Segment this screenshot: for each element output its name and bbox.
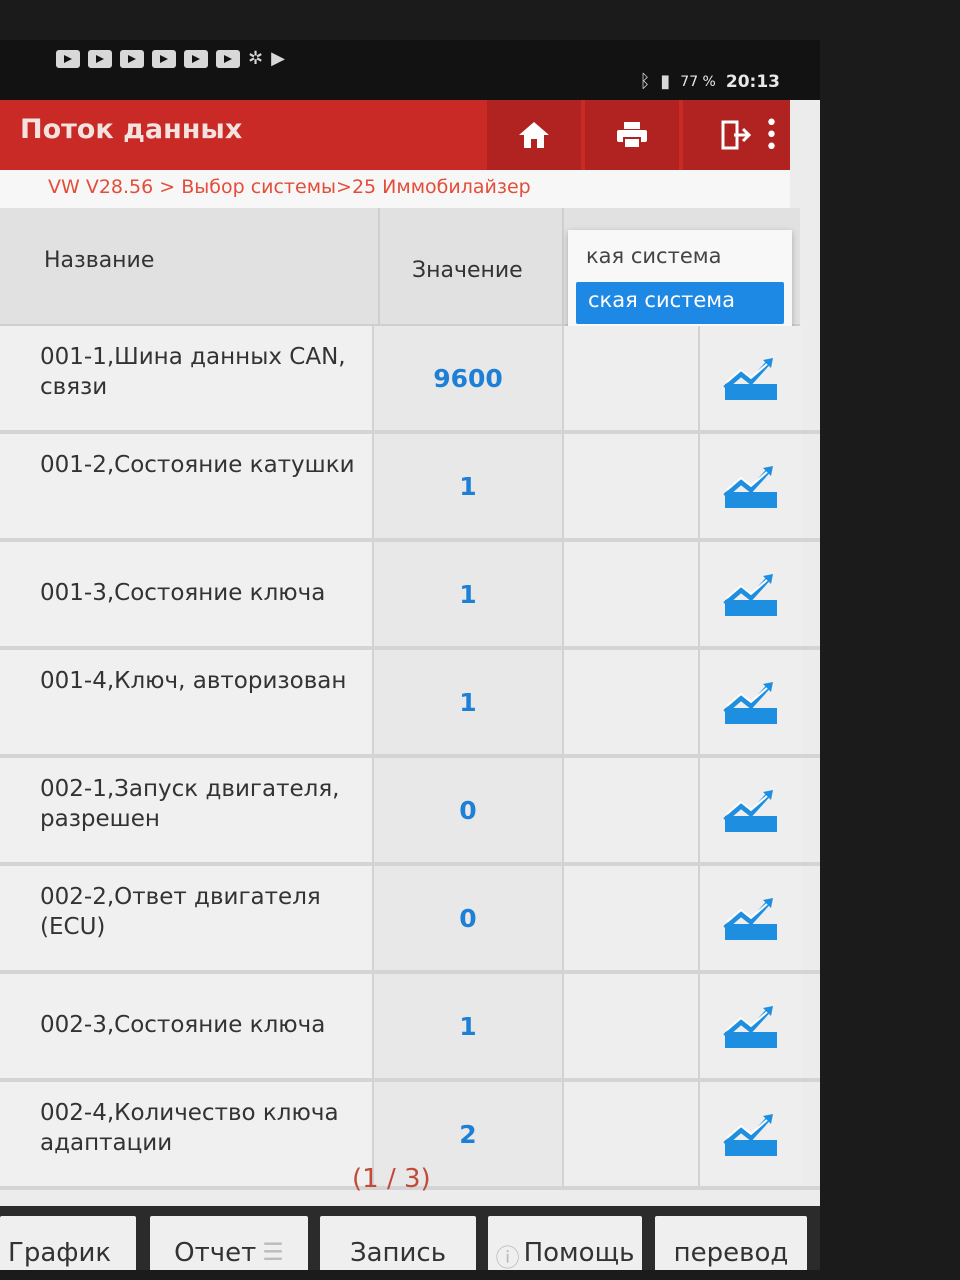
parameter-value: 1 — [372, 542, 562, 646]
help-label: Помощь — [523, 1238, 635, 1268]
parameter-name: 001-2,Состояние катушки — [0, 434, 372, 538]
column-header-value: Значение — [412, 258, 523, 283]
home-icon — [519, 122, 549, 148]
trend-chart-icon — [723, 574, 777, 616]
graph-label: График — [8, 1238, 112, 1268]
unit-cell — [562, 434, 698, 538]
bottom-toolbar: График Отчет ☰ Запись ⓘ Помощь перевод — [0, 1206, 820, 1270]
table-row[interactable]: 001-3,Состояние ключа 1 — [0, 542, 820, 650]
parameter-value: 1 — [372, 650, 562, 754]
unit-cell — [562, 326, 698, 430]
graph-button[interactable] — [698, 758, 802, 862]
more-vert-icon[interactable]: • • • — [765, 113, 778, 159]
sliders-icon: ☰ — [262, 1238, 284, 1266]
status-right: ᛒ ▮ 77 % 20:13 — [640, 72, 780, 92]
help-button[interactable]: ⓘ Помощь — [488, 1216, 642, 1270]
trend-chart-icon — [723, 1006, 777, 1048]
battery-percent: 77 % — [680, 74, 716, 90]
record-label: Запись — [349, 1238, 447, 1268]
youtube-icon — [184, 50, 208, 68]
table-row[interactable]: 002-2,Ответ двигателя (ECU) 0 — [0, 866, 820, 974]
translate-button[interactable]: перевод — [655, 1216, 807, 1270]
parameter-name: 002-2,Ответ двигателя (ECU) — [0, 866, 372, 970]
trend-chart-icon — [723, 1114, 777, 1156]
table-row[interactable]: 001-2,Состояние катушки 1 — [0, 434, 820, 542]
parameter-name: 002-3,Состояние ключа — [0, 974, 372, 1078]
parameter-value: 9600 — [372, 326, 562, 430]
app-header: Поток данных • • • — [0, 100, 790, 170]
dropdown-option[interactable]: кая система — [586, 244, 721, 268]
unit-cell — [562, 758, 698, 862]
trend-chart-icon — [723, 466, 777, 508]
table-row[interactable]: 002-1,Запуск двигателя, разрешен 0 — [0, 758, 820, 866]
page-indicator: (1 / 3) — [352, 1164, 431, 1194]
report-label: Отчет — [174, 1238, 257, 1268]
home-button[interactable] — [487, 100, 581, 170]
parameter-name: 001-1,Шина данных CAN, связи — [0, 326, 372, 430]
parameter-name: 002-1,Запуск двигателя, разрешен — [0, 758, 372, 862]
unit-cell — [562, 974, 698, 1078]
trend-chart-icon — [723, 898, 777, 940]
table-row[interactable]: 002-3,Состояние ключа 1 — [0, 974, 820, 1082]
data-stream-list: 001-1,Шина данных CAN, связи 9600 001-2,… — [0, 326, 820, 1190]
translate-label: перевод — [673, 1238, 789, 1268]
graph-tab-button[interactable]: График — [0, 1216, 136, 1270]
record-button[interactable]: Запись — [320, 1216, 476, 1270]
parameter-value: 1 — [372, 434, 562, 538]
clock: 20:13 — [725, 72, 780, 92]
parameter-name: 001-3,Состояние ключа — [0, 542, 372, 646]
graph-button[interactable] — [698, 1082, 802, 1186]
unit-cell — [562, 542, 698, 646]
bluetooth-icon: ᛒ — [639, 71, 651, 92]
unit-cell — [562, 650, 698, 754]
youtube-icon — [216, 50, 240, 68]
graph-button[interactable] — [698, 542, 802, 646]
table-header: Название Значение кая система ская систе… — [0, 208, 800, 330]
table-row[interactable]: 001-4,Ключ, авторизован 1 — [0, 650, 820, 758]
graph-button[interactable] — [698, 326, 802, 430]
graph-button[interactable] — [698, 650, 802, 754]
parameter-name: 001-4,Ключ, авторизован — [0, 650, 372, 754]
youtube-icon — [88, 50, 112, 68]
column-header-name: Название — [44, 248, 155, 273]
info-icon: ⓘ — [495, 1244, 520, 1270]
graph-button[interactable] — [698, 974, 802, 1078]
trend-chart-icon — [723, 682, 777, 724]
parameter-value: 0 — [372, 758, 562, 862]
print-icon — [617, 122, 647, 149]
exit-button[interactable]: • • • — [683, 100, 790, 170]
print-button[interactable] — [585, 100, 679, 170]
unit-cell — [562, 1082, 698, 1186]
parameter-name: 002-4,Количество ключа адаптации — [0, 1082, 372, 1186]
bluetooth-icon: ✲ — [248, 48, 264, 69]
notification-icons: ✲ ▶ — [56, 50, 285, 68]
battery-icon: ▮ — [660, 71, 671, 92]
youtube-icon — [120, 50, 144, 68]
report-button[interactable]: Отчет ☰ — [150, 1216, 308, 1270]
device-screen: ✲ ▶ ᛒ ▮ 77 % 20:13 Поток данных • • • VW V… — [0, 40, 820, 1270]
graph-button[interactable] — [698, 434, 802, 538]
play-store-icon: ▶ — [271, 48, 285, 69]
exit-icon — [721, 120, 751, 150]
parameter-value: 0 — [372, 866, 562, 970]
trend-chart-icon — [723, 790, 777, 832]
trend-chart-icon — [723, 358, 777, 400]
graph-button[interactable] — [698, 866, 802, 970]
page-title: Поток данных — [20, 114, 243, 145]
gallery-icon — [56, 50, 80, 68]
table-row[interactable]: 001-1,Шина данных CAN, связи 9600 — [0, 326, 820, 434]
unit-system-dropdown[interactable]: кая система ская система — [568, 230, 792, 330]
dropdown-option-selected[interactable]: ская система — [576, 282, 784, 324]
unit-cell — [562, 866, 698, 970]
parameter-value: 1 — [372, 974, 562, 1078]
column-divider — [378, 208, 380, 326]
status-bar: ✲ ▶ ᛒ ▮ 77 % 20:13 — [0, 40, 820, 100]
column-divider — [562, 208, 564, 326]
breadcrumb: VW V28.56 > Выбор системы>25 Иммобилайзе… — [0, 170, 790, 208]
youtube-icon — [152, 50, 176, 68]
